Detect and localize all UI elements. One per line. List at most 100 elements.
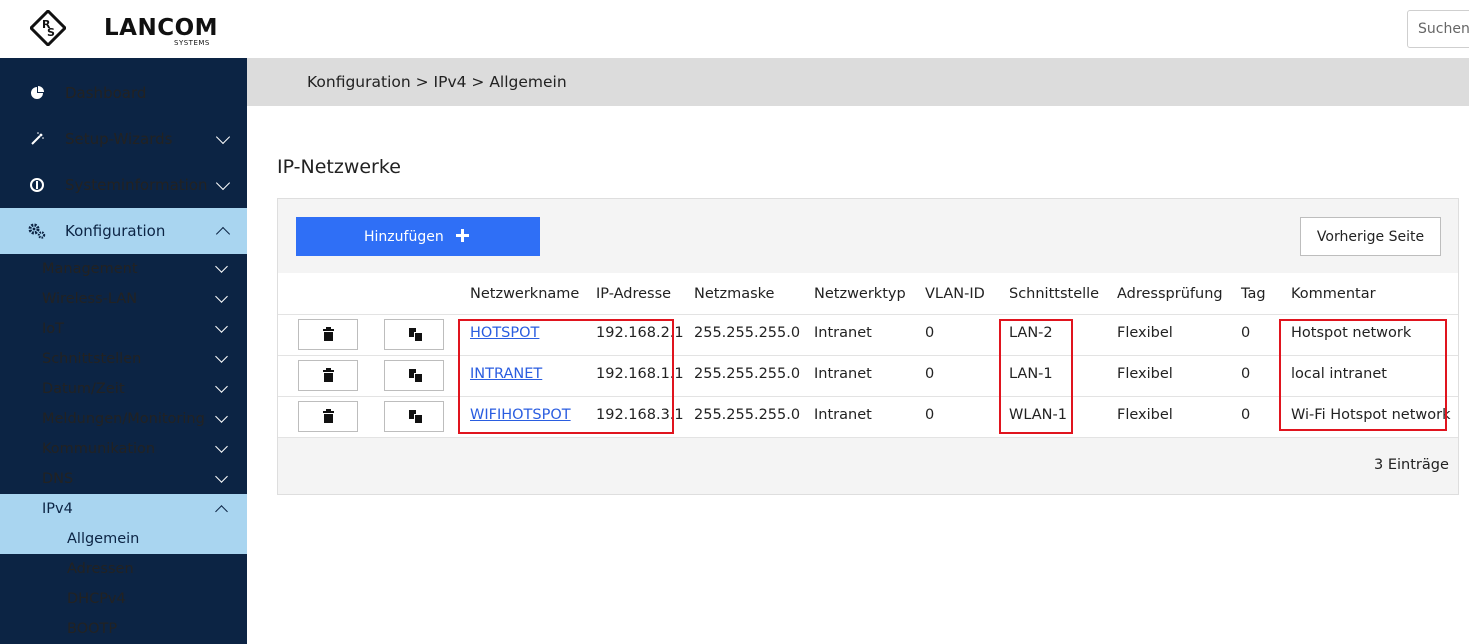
- trash-icon: [323, 327, 334, 341]
- sidebar-item-label: Allgemein: [67, 531, 140, 547]
- address-check: Flexibel: [1117, 325, 1173, 341]
- sidebar-item-ipv4[interactable]: IPv4: [0, 494, 247, 524]
- highlight-box: [1279, 319, 1447, 431]
- brand-subtitle: SYSTEMS: [174, 39, 210, 47]
- sidebar-item-datum-zeit[interactable]: Datum/Zeit: [0, 374, 247, 404]
- breadcrumb-bar: Konfiguration > IPv4 > Allgemein: [247, 58, 1469, 106]
- chevron-up-icon: [215, 505, 228, 518]
- vlan-id: 0: [925, 407, 935, 423]
- copy-icon: [409, 410, 422, 423]
- sidebar-item-label: Management: [42, 261, 138, 277]
- sidebar-item-label: Datum/Zeit: [42, 381, 125, 397]
- chevron-down-icon: [215, 350, 228, 363]
- chevron-down-icon: [215, 410, 228, 423]
- sidebar-item-schnittstellen[interactable]: Schnittstellen: [0, 344, 247, 374]
- column-header[interactable]: Schnittstelle: [1009, 286, 1099, 302]
- row-divider: [278, 314, 1458, 315]
- chevron-down-icon: [215, 129, 231, 145]
- wand-icon: [28, 130, 46, 148]
- page-title: IP-Netzwerke: [277, 156, 401, 178]
- column-header[interactable]: Netzwerkname: [470, 286, 579, 302]
- network-type: Intranet: [814, 325, 872, 341]
- sidebar-item-management[interactable]: Management: [0, 254, 247, 284]
- copy-button[interactable]: [384, 360, 444, 391]
- sidebar-item-kommunikation[interactable]: Kommunikation: [0, 434, 247, 464]
- sidebar-item-konfiguration[interactable]: Konfiguration: [0, 208, 247, 254]
- chevron-down-icon: [215, 380, 228, 393]
- entry-count: 3 Einträge: [1374, 457, 1449, 473]
- sidebar-item-label: DNS: [42, 471, 74, 487]
- gears-icon: [28, 222, 46, 240]
- svg-text:S: S: [47, 26, 55, 39]
- column-header[interactable]: Kommentar: [1291, 286, 1376, 302]
- brand-logo: LANCOM: [104, 15, 219, 41]
- top-bar: R S LANCOM SYSTEMS: [0, 0, 1469, 58]
- highlight-box: [999, 319, 1073, 434]
- column-header[interactable]: Adressprüfung: [1117, 286, 1223, 302]
- copy-icon: [409, 328, 422, 341]
- address-check: Flexibel: [1117, 407, 1173, 423]
- netmask: 255.255.255.0: [694, 366, 801, 382]
- sidebar-item-label: IPv4: [42, 501, 73, 517]
- sidebar-item-label: BOOTP: [67, 621, 118, 637]
- sidebar-item-bootp[interactable]: BOOTP: [0, 614, 247, 644]
- column-header[interactable]: Tag: [1241, 286, 1266, 302]
- address-check: Flexibel: [1117, 366, 1173, 382]
- trash-icon: [323, 409, 334, 423]
- network-type: Intranet: [814, 366, 872, 382]
- sidebar-item-label: Kommunikation: [42, 441, 156, 457]
- sidebar-item-allgemein[interactable]: Allgemein: [0, 524, 247, 554]
- trash-icon: [323, 368, 334, 382]
- sidebar-item-label: DHCPv4: [67, 591, 126, 607]
- vlan-id: 0: [925, 366, 935, 382]
- column-header[interactable]: Netzmaske: [694, 286, 774, 302]
- row-divider: [278, 437, 1458, 438]
- sidebar-item-label: Setup-Wizards: [65, 130, 173, 148]
- sidebar-item-label: Dashboard: [65, 84, 147, 102]
- sidebar-item-label: Meldungen/Monitoring: [42, 411, 205, 427]
- column-header[interactable]: Netzwerktyp: [814, 286, 906, 302]
- highlight-box: [458, 319, 674, 434]
- info-icon: [28, 176, 46, 194]
- sidebar-item-label: Wireless-LAN: [42, 291, 138, 307]
- sidebar-item-iot[interactable]: IoT: [0, 314, 247, 344]
- sidebar-item-label: IoT: [42, 321, 65, 337]
- delete-button[interactable]: [298, 319, 358, 350]
- search-input[interactable]: [1407, 10, 1469, 48]
- tag: 0: [1241, 366, 1251, 382]
- add-button[interactable]: Hinzufügen: [296, 217, 540, 256]
- delete-button[interactable]: [298, 360, 358, 391]
- copy-icon: [409, 369, 422, 382]
- tag: 0: [1241, 407, 1251, 423]
- dashboard-icon: [28, 84, 46, 102]
- column-header[interactable]: IP-Adresse: [596, 286, 671, 302]
- sidebar-item-setup-wizards[interactable]: Setup-Wizards: [0, 116, 247, 162]
- add-button-label: Hinzufügen: [364, 228, 444, 245]
- plus-icon: [456, 229, 469, 242]
- copy-button[interactable]: [384, 401, 444, 432]
- sidebar-item-dhcpv4[interactable]: DHCPv4: [0, 584, 247, 614]
- network-type: Intranet: [814, 407, 872, 423]
- rs-logo-icon: R S: [30, 10, 66, 46]
- chevron-down-icon: [215, 260, 228, 273]
- chevron-up-icon: [215, 226, 231, 242]
- chevron-down-icon: [215, 320, 228, 333]
- chevron-down-icon: [215, 290, 228, 303]
- delete-button[interactable]: [298, 401, 358, 432]
- chevron-down-icon: [215, 470, 228, 483]
- breadcrumb: Konfiguration > IPv4 > Allgemein: [307, 73, 567, 91]
- sidebar-item-meldungen-monitoring[interactable]: Meldungen/Monitoring: [0, 404, 247, 434]
- tag: 0: [1241, 325, 1251, 341]
- previous-page-button[interactable]: Vorherige Seite: [1300, 217, 1441, 256]
- sidebar-item-wireless-lan[interactable]: Wireless-LAN: [0, 284, 247, 314]
- netmask: 255.255.255.0: [694, 325, 801, 341]
- sidebar-item-dashboard[interactable]: Dashboard: [0, 70, 247, 116]
- vlan-id: 0: [925, 325, 935, 341]
- sidebar-item-systeminformation[interactable]: Systeminformation: [0, 162, 247, 208]
- sidebar-item-adressen[interactable]: Adressen: [0, 554, 247, 584]
- chevron-down-icon: [215, 175, 231, 191]
- column-header[interactable]: VLAN-ID: [925, 286, 985, 302]
- chevron-down-icon: [215, 440, 228, 453]
- copy-button[interactable]: [384, 319, 444, 350]
- sidebar-item-dns[interactable]: DNS: [0, 464, 247, 494]
